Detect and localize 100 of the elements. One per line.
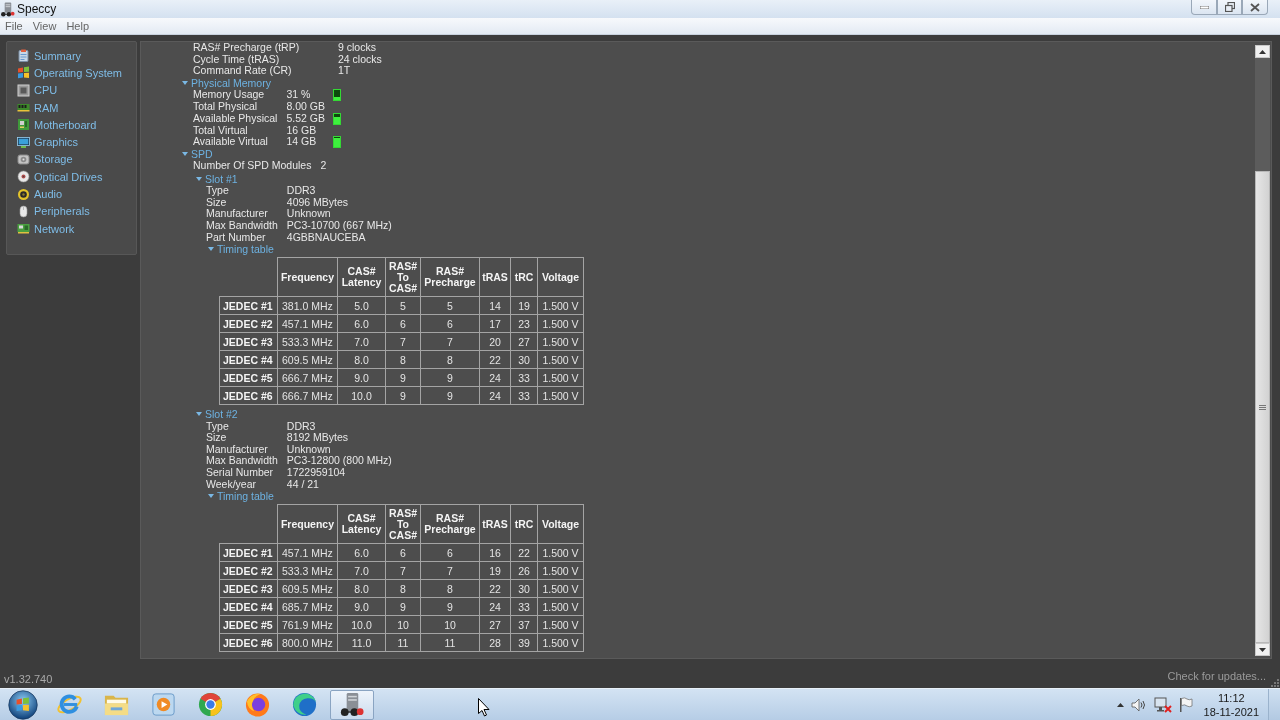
table-cell: 39	[510, 633, 538, 652]
table-cell: 19	[510, 296, 538, 315]
column-header: Voltage	[537, 257, 584, 297]
column-header: RAS# To CAS#	[385, 257, 421, 297]
property-label: RAS# Precharge (tRP)	[193, 42, 301, 54]
sidebar-item[interactable]: Audio	[17, 185, 136, 203]
table-cell: 8	[420, 579, 480, 598]
table-cell: 533.3 MHz	[277, 332, 338, 351]
caret-down-icon[interactable]	[208, 246, 214, 253]
table-cell: 37	[510, 615, 538, 634]
table-cell: 23	[510, 314, 538, 333]
memory-stick-icon	[17, 101, 30, 115]
property-label: Total Physical	[193, 101, 259, 113]
table-cell: 24	[479, 597, 511, 616]
close-button[interactable]	[1242, 0, 1268, 15]
table-cell: 761.9 MHz	[277, 615, 338, 634]
start-orb-icon[interactable]	[8, 689, 38, 720]
scroll-thumb[interactable]	[1255, 171, 1270, 643]
table-cell: 1.500 V	[537, 350, 584, 369]
caret-down-icon[interactable]	[208, 493, 214, 500]
sidebar-item[interactable]: Summary	[17, 47, 136, 65]
flag-icon[interactable]	[1178, 697, 1193, 712]
mouse-icon	[17, 204, 30, 218]
table-cell: 14	[479, 296, 511, 315]
table-cell: 8	[385, 579, 421, 598]
table-cell: 9	[385, 386, 421, 405]
property-value: 24 clocks	[338, 53, 382, 66]
caret-down-icon[interactable]	[196, 411, 202, 418]
scrollbar-track[interactable]	[1255, 45, 1270, 656]
table-cell: 11.0	[337, 633, 386, 652]
table-cell: 7	[420, 561, 480, 580]
table-cell: 33	[510, 386, 538, 405]
column-header: CAS# Latency	[337, 504, 386, 544]
sidebar-item[interactable]: Operating System	[17, 64, 136, 82]
grip-icon	[1259, 404, 1266, 410]
property-label: Max Bandwidth	[206, 455, 278, 467]
table-cell: 6	[385, 314, 421, 333]
table-cell: 533.3 MHz	[277, 561, 338, 580]
table-cell: 17	[479, 314, 511, 333]
sidebar-item[interactable]: Motherboard	[17, 116, 136, 134]
table-cell: 1.500 V	[537, 633, 584, 652]
column-header: Voltage	[537, 504, 584, 544]
resize-grip-icon[interactable]	[1270, 678, 1279, 687]
scroll-up-button[interactable]	[1255, 45, 1270, 58]
column-header: Frequency	[277, 257, 338, 297]
table-cell: 24	[479, 386, 511, 405]
table-cell: 9	[420, 597, 480, 616]
scroll-down-button[interactable]	[1255, 643, 1270, 656]
minimize-icon	[1199, 5, 1209, 9]
caret-down-icon[interactable]	[196, 176, 202, 183]
column-header: RAS# Precharge	[420, 257, 480, 297]
table-cell: 6	[420, 543, 480, 562]
caret-down-icon[interactable]	[182, 79, 188, 86]
menu-item[interactable]: File	[0, 20, 27, 32]
menu-item[interactable]: View	[27, 20, 61, 32]
table-cell: 1.500 V	[537, 368, 584, 387]
monitor-icon	[17, 135, 30, 149]
table-cell: 9	[420, 368, 480, 387]
row-header: JEDEC #3	[219, 579, 278, 598]
table-cell: 5	[385, 296, 421, 315]
caret-up-icon[interactable]	[1116, 702, 1124, 707]
taskbar-button[interactable]	[329, 689, 374, 720]
caret-down-icon[interactable]	[182, 151, 188, 158]
table-cell: 20	[479, 332, 511, 351]
property-label: Available Virtual	[193, 136, 269, 148]
sidebar-item[interactable]: Storage	[17, 150, 136, 169]
update-link[interactable]: Check for updates...	[1167, 670, 1266, 682]
section-header: SPD	[191, 148, 213, 161]
column-header: RAS# Precharge	[420, 504, 480, 544]
table-cell: 666.7 MHz	[277, 386, 338, 405]
property-label: Size	[206, 196, 227, 209]
section-header: Physical Memory	[191, 76, 271, 89]
property-label: Manufacturer	[206, 443, 269, 456]
table-cell: 7	[385, 332, 421, 351]
table-cell: 28	[479, 633, 511, 652]
sidebar-item[interactable]: Optical Drives	[17, 168, 136, 186]
table-cell: 11	[420, 633, 480, 652]
table-cell: 22	[510, 543, 538, 562]
section-header: Slot #1	[205, 172, 238, 186]
table-cell: 22	[479, 350, 511, 369]
sidebar-item[interactable]: RAM	[17, 98, 136, 117]
table-cell: 26	[510, 561, 538, 580]
sidebar-item[interactable]: Graphics	[17, 133, 136, 151]
table-cell: 10.0	[337, 615, 386, 634]
table-cell: 7	[420, 332, 480, 351]
property-value: 16 GB	[286, 124, 318, 137]
table-cell: 1.500 V	[537, 296, 584, 315]
speaker-icon[interactable]	[1130, 697, 1147, 712]
sidebar-item[interactable]: Peripherals	[17, 202, 136, 220]
sidebar-item[interactable]: CPU	[17, 81, 136, 99]
restore-button[interactable]	[1217, 0, 1242, 15]
sidebar-item[interactable]: Network	[17, 219, 136, 238]
table-cell: 9	[385, 368, 421, 387]
menu-item[interactable]: Help	[61, 20, 93, 32]
table-cell: 1.500 V	[537, 314, 584, 333]
monitor-cross-icon[interactable]	[1153, 696, 1172, 713]
property-value: 5.52 GB	[286, 112, 325, 125]
property-value: 9 clocks	[338, 42, 377, 54]
restore-icon	[1224, 2, 1235, 12]
table-cell: 5	[420, 296, 480, 315]
